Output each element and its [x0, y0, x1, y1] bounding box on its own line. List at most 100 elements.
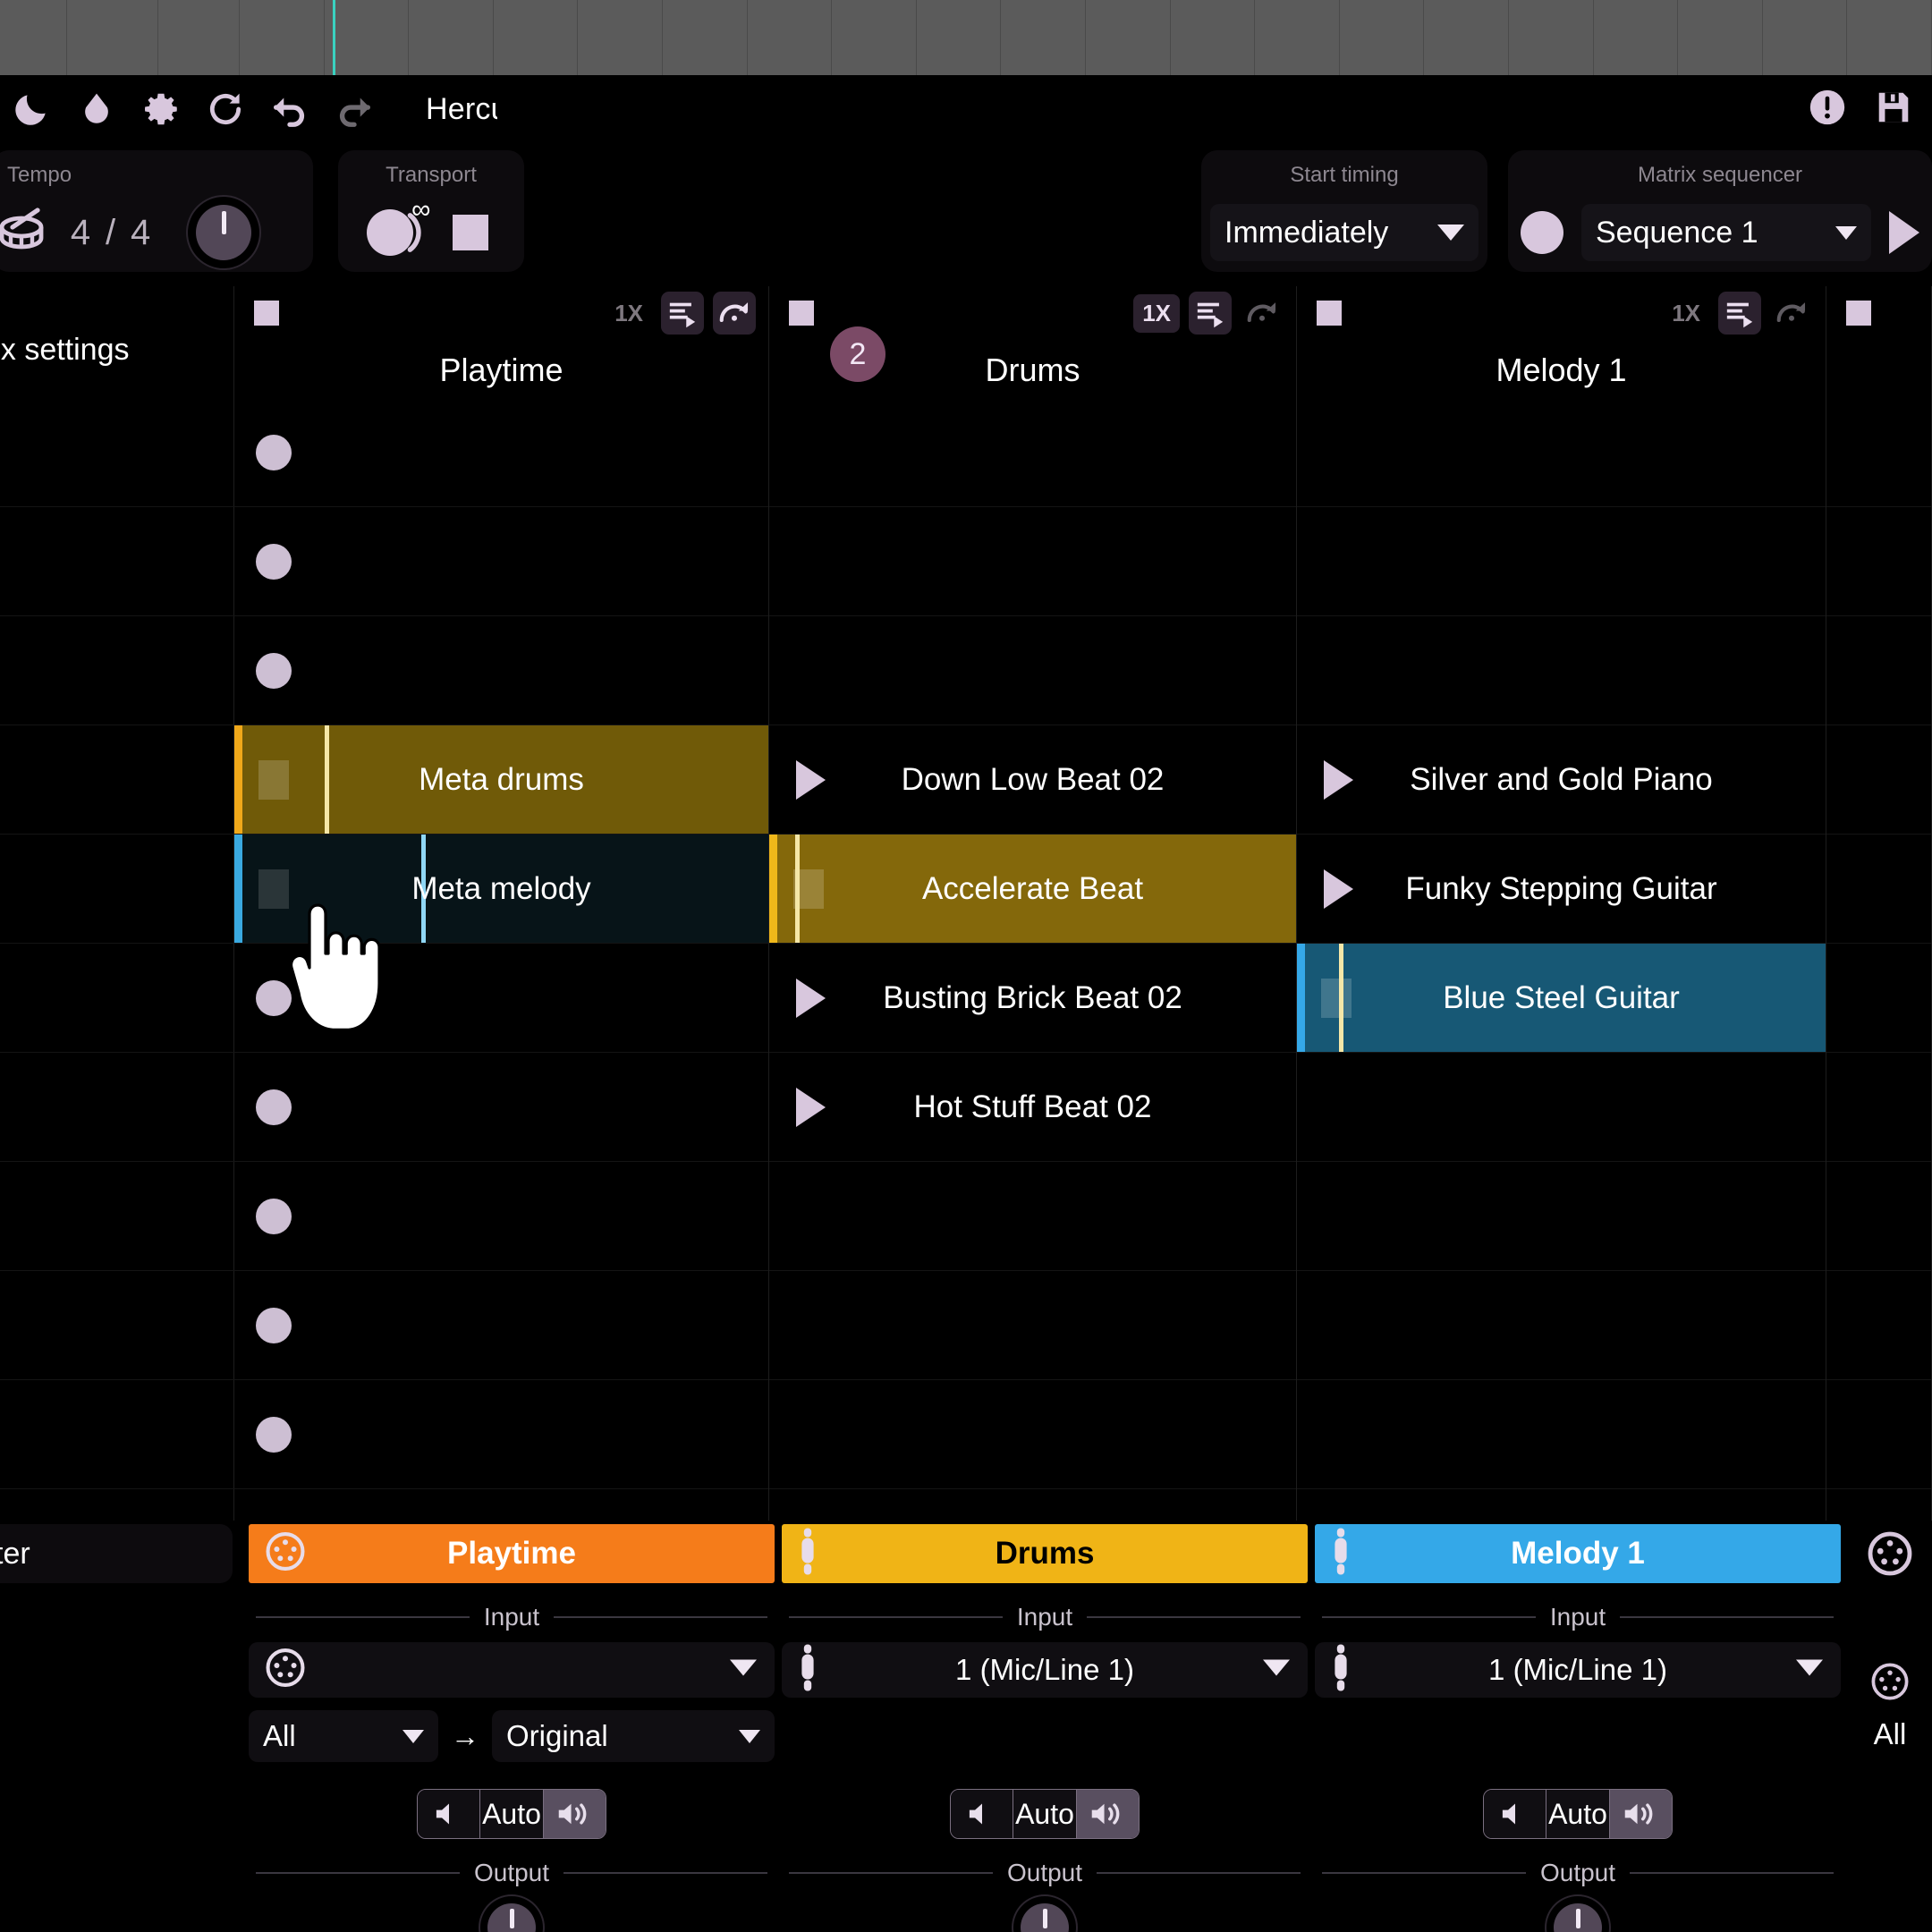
cell-record-dot-icon[interactable] — [256, 1198, 292, 1234]
sidebar-scene-row[interactable] — [0, 725, 234, 835]
metronome-drum-icon[interactable] — [0, 204, 55, 262]
matrix-cell[interactable] — [769, 1380, 1296, 1489]
record-dot-icon[interactable] — [1521, 211, 1563, 254]
stop-button[interactable] — [453, 215, 488, 250]
sidebar-scene-row[interactable] — [0, 944, 234, 1053]
start-timing-dropdown[interactable]: Immediately — [1210, 204, 1479, 261]
track-name[interactable]: Drums — [769, 342, 1296, 398]
mixer-strip-header[interactable]: Drums — [782, 1524, 1308, 1583]
matrix-cell[interactable] — [1826, 944, 1931, 1053]
track-name[interactable]: Playtime — [234, 342, 768, 398]
monitor-auto-button[interactable]: Auto — [1546, 1790, 1610, 1838]
matrix-cell[interactable] — [1826, 616, 1931, 725]
track-list-play-icon[interactable] — [1189, 292, 1232, 335]
matrix-cell[interactable] — [1297, 1380, 1826, 1489]
matrix-cell[interactable]: Down Low Beat 02 — [769, 725, 1296, 835]
track-repeat-badge[interactable]: 1X — [1663, 294, 1709, 333]
output-volume-knob[interactable] — [487, 1903, 536, 1932]
refresh-icon[interactable] — [193, 75, 258, 143]
matrix-cell[interactable] — [1826, 835, 1931, 944]
track-repeat-badge[interactable]: 1X — [1133, 293, 1180, 333]
transform-dropdown[interactable]: Original — [492, 1710, 775, 1762]
cell-record-dot-icon[interactable] — [256, 652, 292, 689]
master-strip-header[interactable]: ter — [0, 1524, 233, 1583]
sidebar-scene-row[interactable] — [0, 1380, 234, 1489]
matrix-cell[interactable] — [234, 1271, 768, 1380]
monitor-auto-button[interactable]: Auto — [480, 1790, 544, 1838]
redo-icon[interactable] — [322, 75, 386, 143]
sidebar-scene-row[interactable] — [0, 1162, 234, 1271]
sidebar-scene-row[interactable] — [0, 1271, 234, 1380]
sidebar-scene-row[interactable] — [0, 507, 234, 616]
extra-midi-icon-slot[interactable] — [1848, 1524, 1932, 1583]
track-list-play-icon[interactable] — [1718, 292, 1761, 335]
track-name[interactable] — [1826, 342, 1931, 398]
matrix-cell[interactable] — [234, 616, 768, 725]
matrix-cell[interactable] — [769, 1271, 1296, 1380]
track-stop-square-icon[interactable] — [254, 301, 279, 326]
tempo-knob[interactable] — [196, 205, 252, 260]
cell-record-dot-icon[interactable] — [256, 434, 292, 470]
output-volume-knob[interactable] — [1554, 1903, 1602, 1932]
cell-record-dot-icon[interactable] — [256, 1307, 292, 1343]
track-list-play-icon[interactable] — [661, 292, 704, 335]
matrix-cell[interactable]: Hot Stuff Beat 02 — [769, 1053, 1296, 1162]
matrix-cell[interactable] — [1297, 1053, 1826, 1162]
track-loop-icon[interactable] — [713, 292, 756, 335]
matrix-cell[interactable]: Silver and Gold Piano — [1297, 725, 1826, 835]
gear-icon[interactable] — [129, 75, 193, 143]
matrix-cell[interactable] — [769, 1162, 1296, 1271]
matrix-cell[interactable] — [1297, 507, 1826, 616]
matrix-cell[interactable]: Meta drums — [234, 725, 768, 835]
monitor-on-button[interactable] — [1076, 1790, 1139, 1838]
sidebar-scene-row[interactable] — [0, 1053, 234, 1162]
input-dropdown[interactable] — [249, 1642, 775, 1698]
matrix-cell[interactable] — [1826, 507, 1931, 616]
matrix-cell[interactable] — [1297, 1162, 1826, 1271]
time-signature-numerator[interactable]: 4 — [55, 213, 106, 253]
input-dropdown[interactable]: 1 (Mic/Line 1) — [1315, 1642, 1841, 1698]
matrix-cell[interactable] — [234, 1380, 768, 1489]
cell-record-dot-icon[interactable] — [256, 1416, 292, 1453]
channel-dropdown[interactable]: All — [249, 1710, 438, 1762]
mixer-strip-header[interactable]: Melody 1 — [1315, 1524, 1841, 1583]
cell-record-dot-icon[interactable] — [256, 1089, 292, 1125]
matrix-cell[interactable] — [1297, 1271, 1826, 1380]
output-volume-knob[interactable] — [1021, 1903, 1069, 1932]
matrix-cell[interactable]: Funky Stepping Guitar — [1297, 835, 1826, 944]
sequence-dropdown[interactable]: Sequence 1 — [1581, 204, 1871, 261]
record-button[interactable]: ∞ — [367, 195, 430, 256]
matrix-cell[interactable] — [234, 1053, 768, 1162]
sidebar-scene-row[interactable] — [0, 616, 234, 725]
track-loop-icon[interactable] — [1241, 292, 1284, 335]
alert-circle-icon[interactable] — [1807, 87, 1848, 132]
matrix-cell[interactable] — [1826, 1053, 1931, 1162]
matrix-cell[interactable]: Accelerate Beat — [769, 835, 1296, 944]
matrix-cell[interactable]: Busting Brick Beat 02 — [769, 944, 1296, 1053]
matrix-cell[interactable] — [1297, 398, 1826, 507]
track-stop-square-icon[interactable] — [1846, 301, 1871, 326]
play-button[interactable] — [1889, 211, 1919, 254]
matrix-cell[interactable] — [234, 398, 768, 507]
track-loop-icon[interactable] — [1770, 292, 1813, 335]
extra-all-label[interactable]: All — [1848, 1717, 1932, 1751]
matrix-cell[interactable] — [1826, 398, 1931, 507]
sidebar-scene-row[interactable] — [0, 835, 234, 944]
monitor-off-button[interactable] — [1484, 1790, 1547, 1838]
track-name[interactable]: Melody 1 — [1297, 342, 1826, 398]
matrix-cell[interactable] — [1826, 1380, 1931, 1489]
matrix-cell[interactable] — [1826, 725, 1931, 835]
time-signature-denominator[interactable]: 4 — [115, 213, 165, 253]
sidebar-scene-row[interactable] — [0, 398, 234, 507]
matrix-cell[interactable] — [1826, 1162, 1931, 1271]
track-stop-square-icon[interactable] — [789, 301, 814, 326]
cell-record-dot-icon[interactable] — [256, 543, 292, 580]
moon-icon[interactable] — [0, 75, 64, 143]
matrix-cell[interactable] — [769, 398, 1296, 507]
extra-midi-din-icon[interactable] — [1848, 1662, 1932, 1701]
track-repeat-badge[interactable]: 1X — [606, 294, 652, 333]
matrix-cell[interactable] — [1826, 1271, 1931, 1380]
track-stop-square-icon[interactable] — [1317, 301, 1342, 326]
matrix-cell[interactable] — [234, 507, 768, 616]
monitor-on-button[interactable] — [1609, 1790, 1672, 1838]
